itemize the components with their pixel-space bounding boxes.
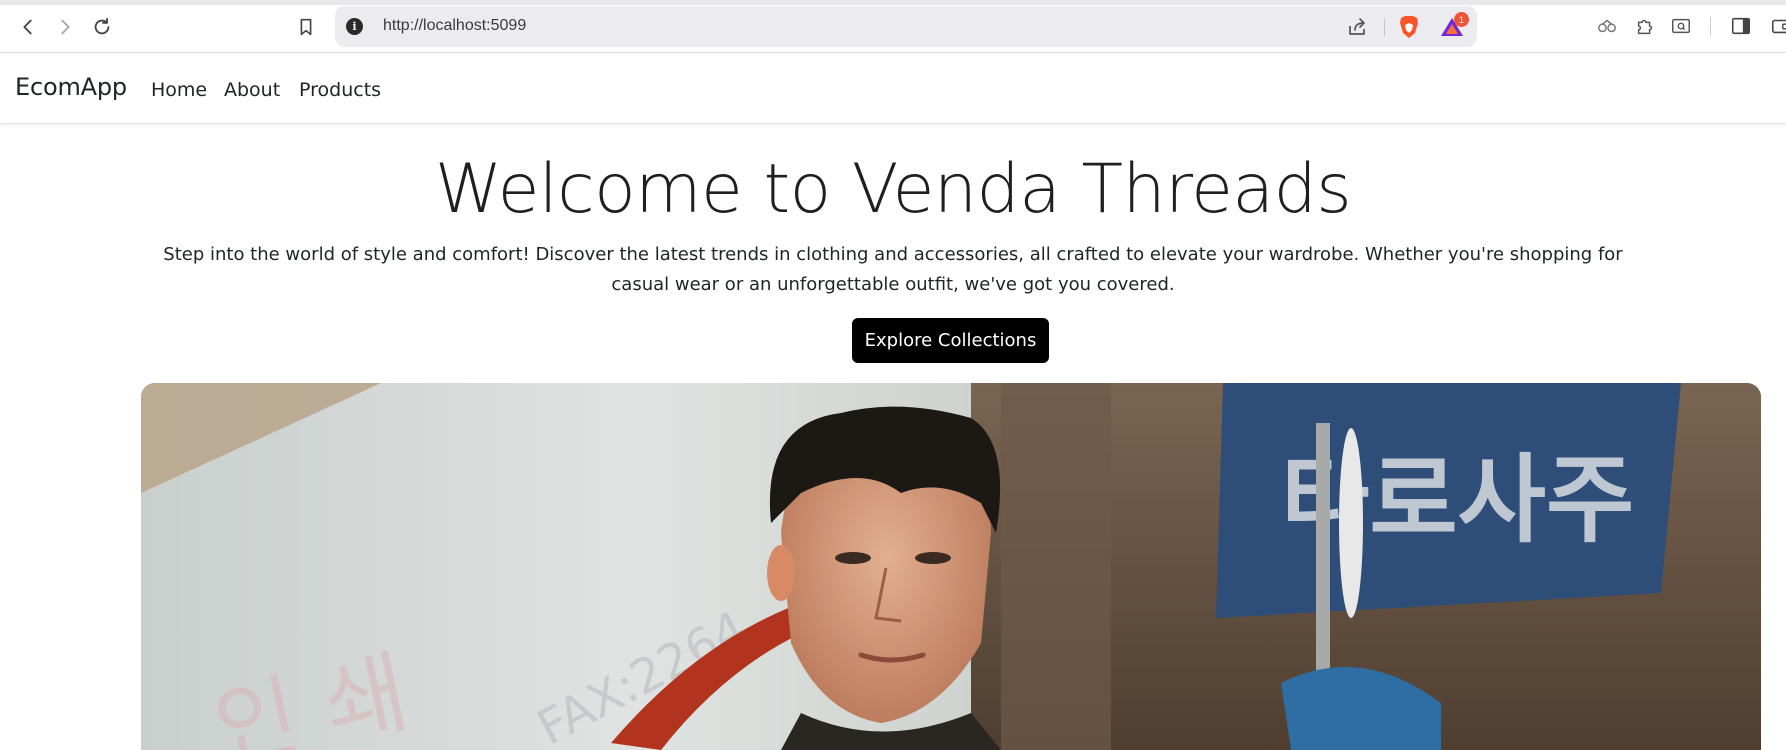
vpn-icon[interactable] (1594, 13, 1620, 39)
hero-image: 타로사주 인 쇄 FAX:2264 (141, 383, 1761, 750)
svg-text:타로사주: 타로사주 (1281, 444, 1634, 556)
brave-lion-icon[interactable] (1397, 14, 1421, 40)
tab-search-icon[interactable] (1668, 13, 1694, 39)
browser-toolbar: i http://localhost:5099 1 (0, 0, 1786, 53)
reload-icon (94, 17, 110, 35)
brave-rewards-icon[interactable]: 1 (1438, 12, 1469, 39)
man-street-fashion-photo: 타로사주 인 쇄 FAX:2264 (141, 383, 1761, 750)
wallet-icon[interactable] (1768, 13, 1786, 39)
hero-title: Welcome to Venda Threads (434, 150, 1352, 229)
tab-strip-edge (0, 0, 1786, 5)
forward-arrow-icon (61, 19, 70, 35)
address-bar-divider (1384, 18, 1385, 36)
url-text[interactable]: http://localhost:5099 (383, 17, 526, 35)
rewards-badge: 1 (1454, 12, 1469, 27)
back-button[interactable] (14, 13, 42, 41)
forward-button[interactable] (51, 13, 79, 41)
back-arrow-icon (23, 19, 32, 35)
bookmark-icon (300, 18, 312, 36)
hero-lead: Step into the world of style and comfort… (163, 244, 1623, 295)
nav-link-products[interactable]: Products (299, 79, 381, 101)
brand-logo[interactable]: EcomApp (15, 73, 127, 101)
site-navbar: EcomApp Home About Products (0, 53, 1786, 124)
toolbar-divider (1710, 17, 1711, 36)
bookmark-button[interactable] (292, 13, 320, 41)
explore-collections-button[interactable]: Explore Collections (852, 318, 1049, 363)
nav-link-home[interactable]: Home (151, 79, 207, 101)
reload-button[interactable] (88, 13, 116, 41)
share-icon[interactable] (1346, 15, 1370, 39)
info-icon[interactable]: i (346, 18, 363, 35)
puzzle-icon[interactable] (1632, 13, 1658, 39)
sidebar-icon[interactable] (1728, 13, 1754, 39)
address-bar[interactable]: i http://localhost:5099 1 (335, 6, 1477, 47)
nav-link-about[interactable]: About (224, 79, 280, 101)
